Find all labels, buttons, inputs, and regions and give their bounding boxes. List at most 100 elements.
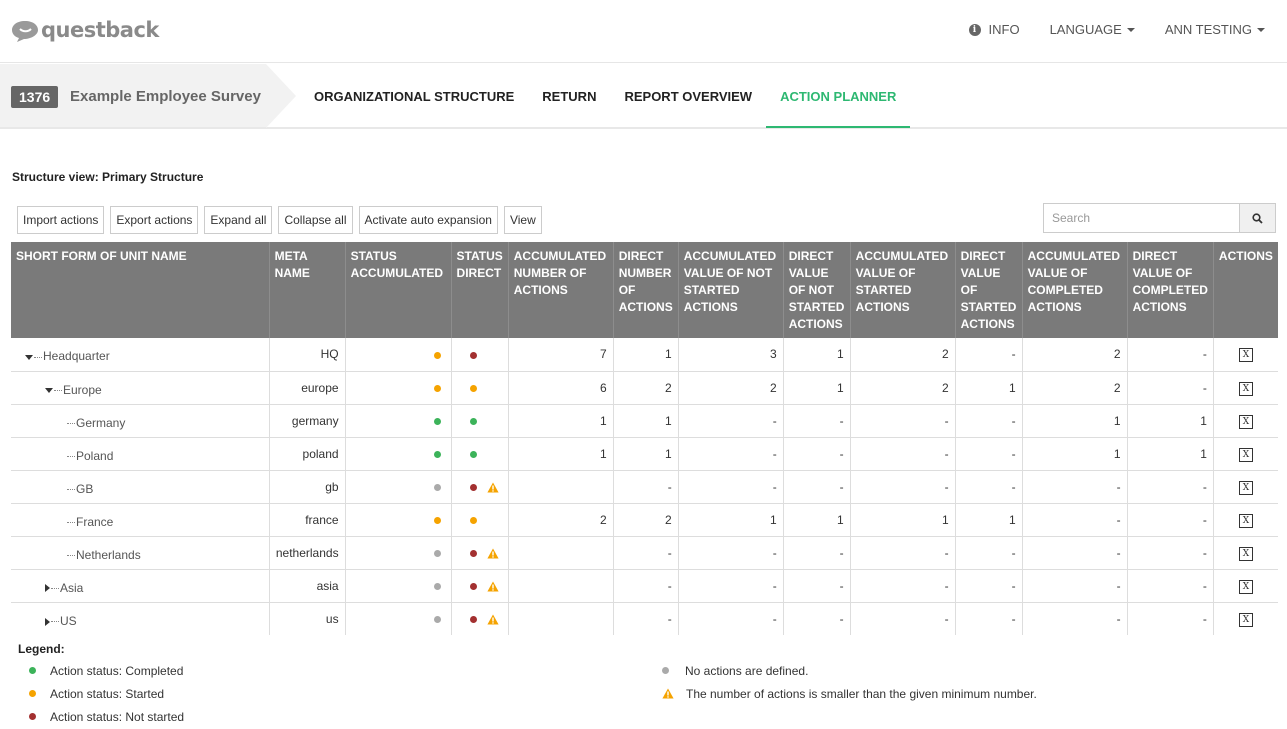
status-accumulated-cell [345,503,452,537]
excel-export-icon[interactable]: X [1238,513,1253,528]
column-header[interactable]: STATUS DIRECT [451,242,509,338]
cell-value: - [772,413,777,428]
value-cell: - [955,404,1023,438]
meta-name: asia [316,578,339,593]
unit-cell[interactable]: France [11,503,270,537]
collapse-all-button[interactable]: Collapse all [278,206,353,234]
expand-toggle-icon[interactable] [45,584,50,593]
column-header[interactable]: ACCUMULATED NUMBER OF ACTIONS [508,242,614,338]
value-cell: 3 [678,338,784,372]
unit-name[interactable]: Netherlands [76,548,141,562]
import-actions-button[interactable]: Import actions [17,206,105,234]
search-button[interactable] [1239,204,1275,232]
value-cell: 6 [508,371,614,405]
unit-cell[interactable]: GB [11,470,270,504]
excel-export-icon[interactable]: X [1238,447,1253,462]
status-dot [469,384,477,392]
search-input[interactable] [1044,204,1239,232]
tab-action-planner[interactable]: ACTION PLANNER [766,64,911,128]
cell-value: - [1202,545,1207,560]
excel-export-icon[interactable]: X [1238,348,1253,363]
value-cell: - [613,569,679,603]
column-header[interactable]: DIRECT VALUE OF COMPLETED ACTIONS [1127,242,1214,338]
questback-logo[interactable]: questback [11,16,159,44]
status-accumulated-cell [345,569,452,603]
tab-organizational-structure[interactable]: ORGANIZATIONAL STRUCTURE [300,64,528,127]
value-cell: 2 [508,503,614,537]
cell-value: 1 [1200,413,1207,428]
export-actions-button[interactable]: Export actions [110,206,199,234]
status-dot [433,582,441,590]
cell-value: - [839,479,844,494]
column-header[interactable]: DIRECT VALUE OF NOT STARTED ACTIONS [783,242,851,338]
unit-name[interactable]: Headquarter [43,349,110,363]
meta-name-cell: asia [269,569,346,603]
status-accumulated-cell [345,371,452,405]
excel-export-icon[interactable]: X [1238,381,1253,396]
actions-cell: X [1213,371,1278,405]
legend-title: Legend: [18,642,65,656]
status-dot [433,384,441,392]
unit-name[interactable]: Asia [60,581,83,595]
tab-report-overview[interactable]: REPORT OVERVIEW [610,64,766,127]
value-cell: - [1022,470,1128,504]
cell-value: 2 [600,512,607,527]
cell-value: - [839,611,844,626]
expand-all-button[interactable]: Expand all [204,206,273,234]
unit-name[interactable]: US [60,614,77,628]
user-menu[interactable]: ANN TESTING [1165,22,1265,37]
status-direct-cell [451,503,509,537]
value-cell: - [955,338,1023,372]
view-button[interactable]: View [503,206,542,234]
status-dot [469,450,477,458]
column-header[interactable]: ACCUMULATED VALUE OF STARTED ACTIONS [850,242,956,338]
tab-return[interactable]: RETURN [528,64,610,127]
column-header[interactable]: DIRECT NUMBER OF ACTIONS [613,242,679,338]
unit-name[interactable]: Europe [63,383,102,397]
unit-cell[interactable]: Netherlands [11,536,270,570]
unit-name[interactable]: Germany [76,416,125,430]
column-header[interactable]: ACTIONS [1213,242,1278,338]
status-accumulated-cell [345,404,452,438]
cell-value: - [1011,446,1016,461]
unit-cell[interactable]: Headquarter [11,338,270,372]
unit-cell[interactable]: Germany [11,404,270,438]
meta-name-cell: france [269,503,346,537]
excel-export-icon[interactable]: X [1238,579,1253,594]
unit-cell[interactable]: Poland [11,437,270,471]
column-header[interactable]: STATUS ACCUMULATED [345,242,452,338]
value-cell: 1 [1022,404,1128,438]
unit-cell[interactable]: US [11,602,270,635]
column-header[interactable]: META NAME [269,242,346,338]
excel-export-icon[interactable]: X [1238,414,1253,429]
column-header[interactable]: ACCUMULATED VALUE OF COMPLETED ACTIONS [1022,242,1128,338]
unit-name[interactable]: France [76,515,113,529]
excel-export-icon[interactable]: X [1238,480,1253,495]
cell-value: 1 [1113,413,1121,428]
unit-name[interactable]: GB [76,482,93,496]
language-menu[interactable]: LANGUAGE [1050,22,1135,37]
status-dot [433,483,441,491]
expand-toggle-icon[interactable] [45,617,50,626]
cell-value: - [1202,347,1207,362]
column-header[interactable]: DIRECT VALUE OF STARTED ACTIONS [955,242,1023,338]
legend-started: Action status: Started [50,686,165,701]
collapse-toggle-icon[interactable] [45,387,53,393]
unit-name[interactable]: Poland [76,449,113,463]
excel-export-icon[interactable]: X [1238,546,1253,561]
value-cell: 7 [508,338,614,372]
value-cell: - [783,404,851,438]
info-menu[interactable]: i INFO [968,22,1020,37]
auto-expansion-button[interactable]: Activate auto expansion [358,206,498,234]
value-cell [508,602,614,635]
chevron-down-icon [1257,27,1265,32]
cell-value: - [1202,380,1207,395]
excel-export-icon[interactable]: X [1238,612,1253,627]
unit-cell[interactable]: Europe [11,371,270,405]
unit-cell[interactable]: Asia [11,569,270,603]
column-header[interactable]: SHORT FORM OF UNIT NAME [11,242,270,338]
value-cell: - [1127,371,1214,405]
column-header[interactable]: ACCUMULATED VALUE OF NOT STARTED ACTIONS [678,242,784,338]
value-cell: - [678,404,784,438]
collapse-toggle-icon[interactable] [25,354,33,360]
